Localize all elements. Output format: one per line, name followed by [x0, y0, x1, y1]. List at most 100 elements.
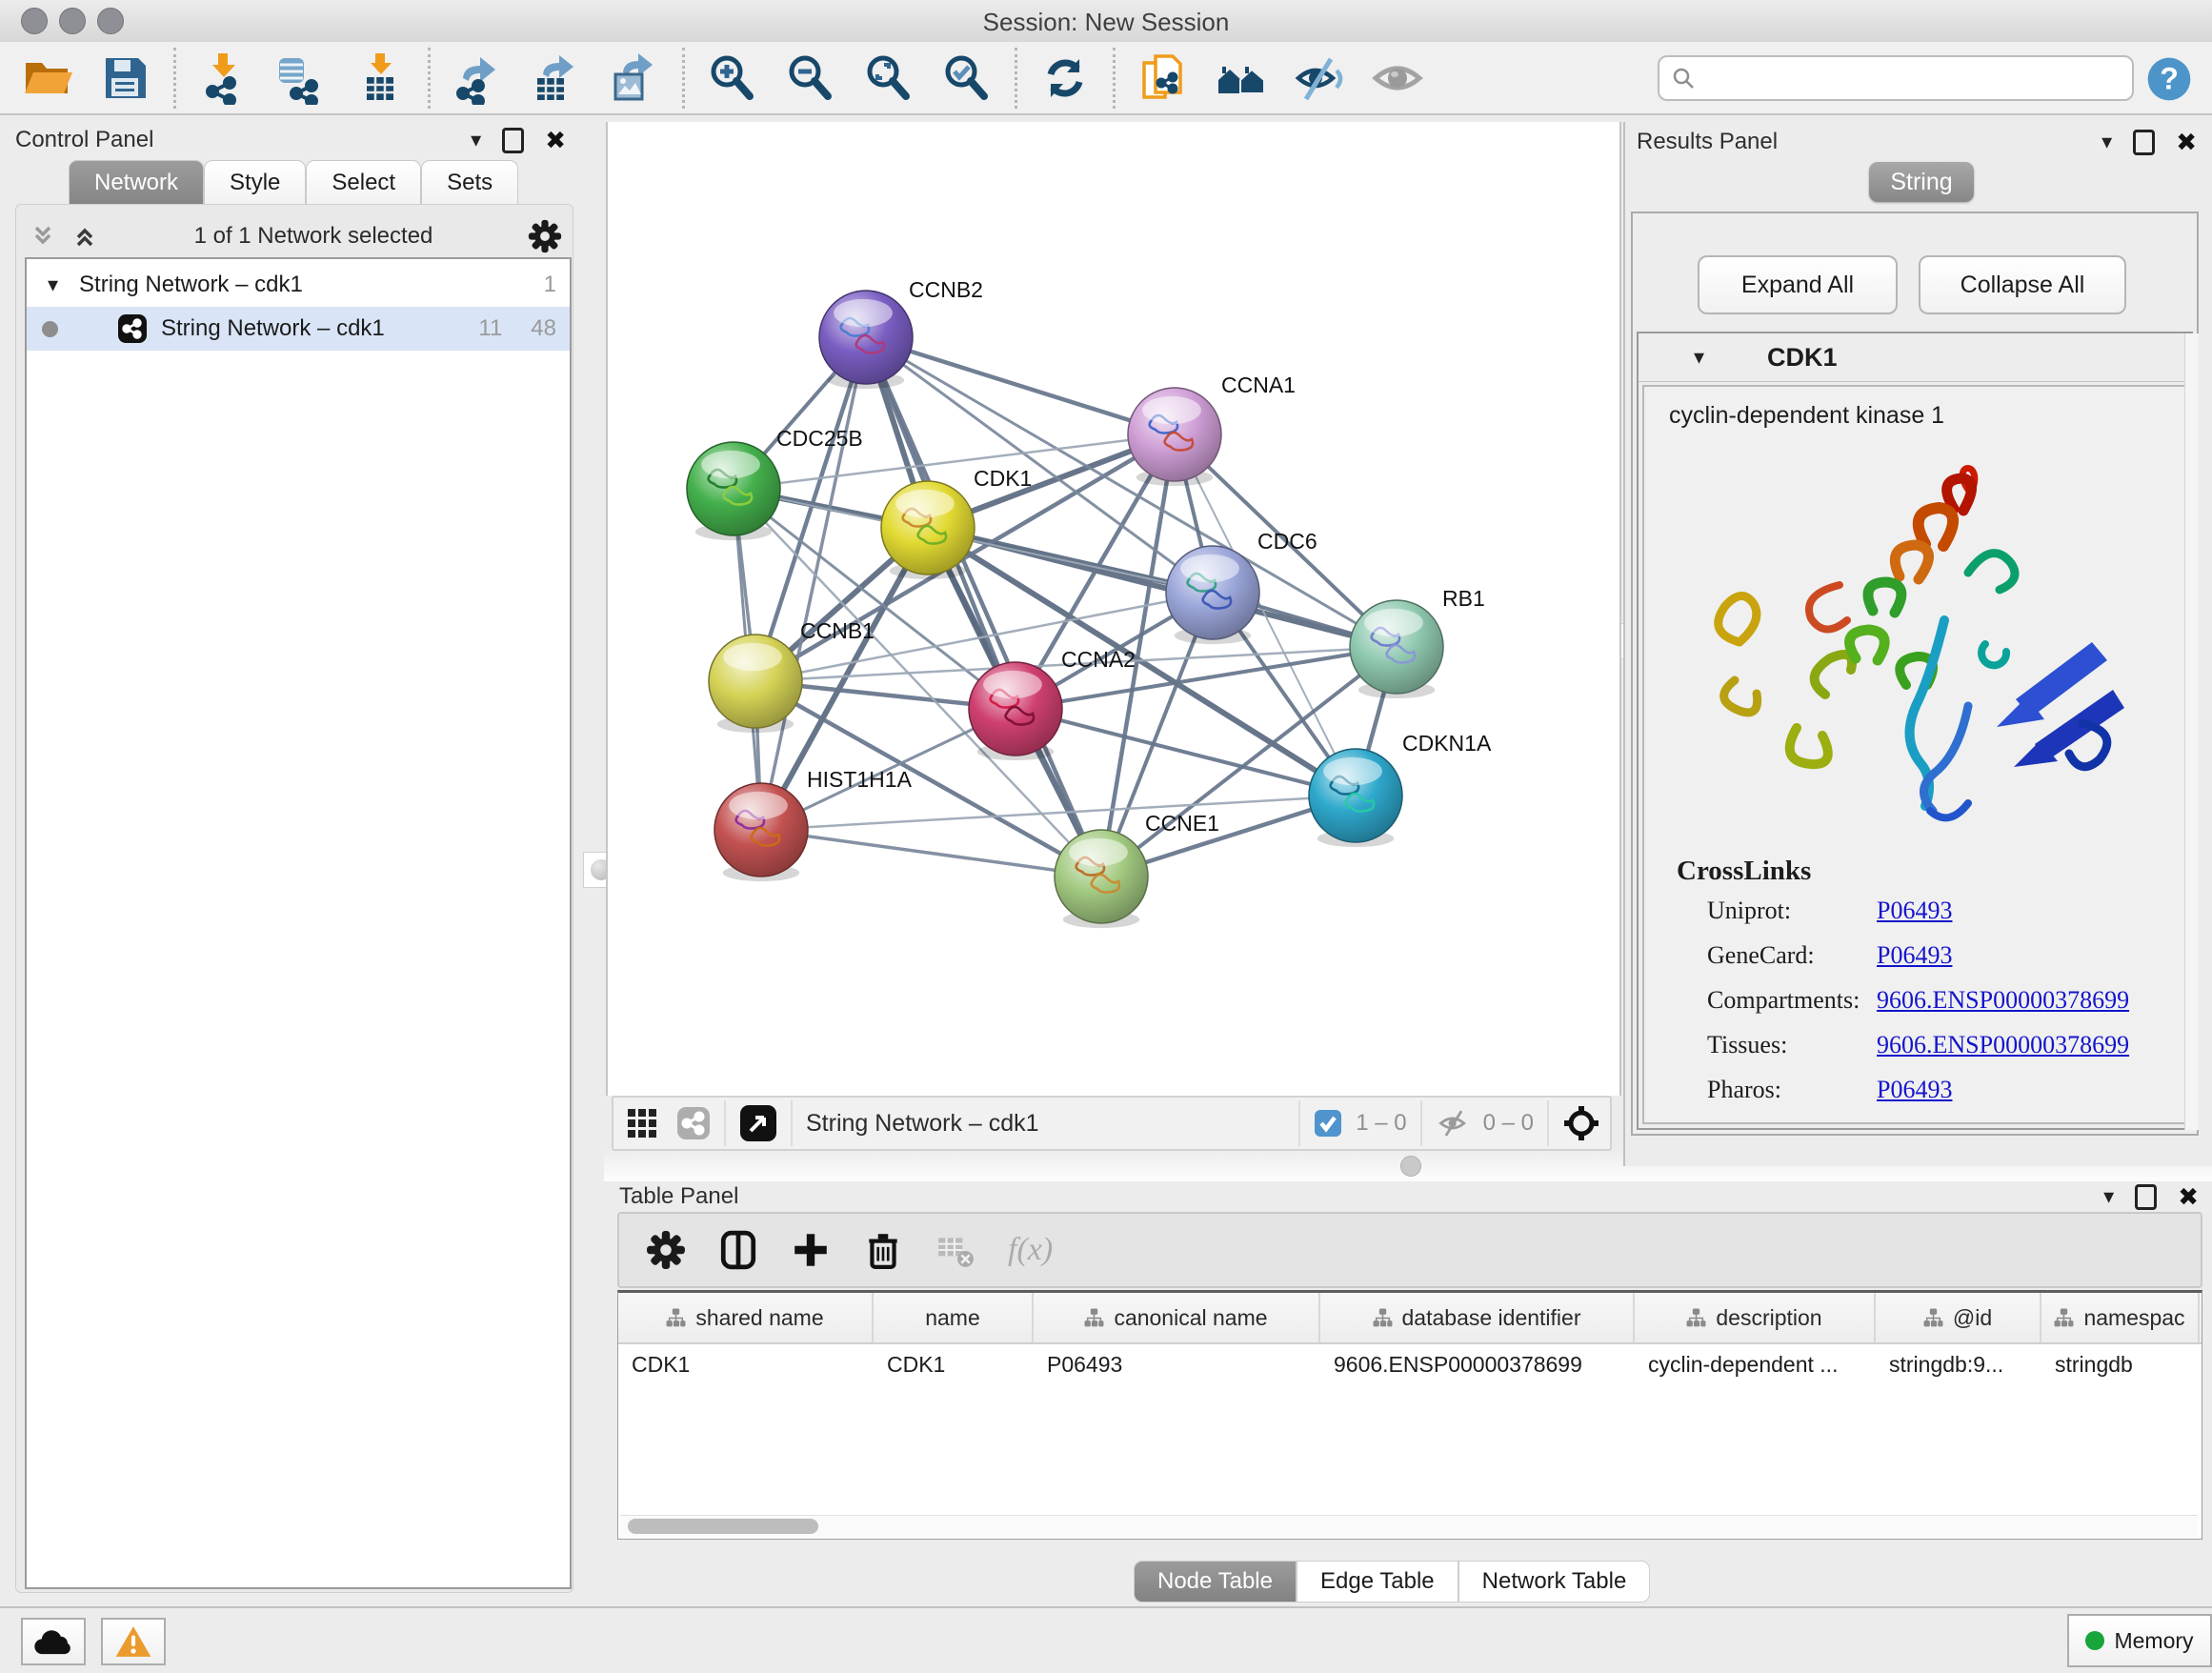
table-cell[interactable]: stringdb:9...	[1876, 1352, 2041, 1378]
table-panel-float-icon[interactable]	[2135, 1184, 2157, 1210]
network-node[interactable]	[1309, 749, 1402, 847]
home-icon[interactable]	[1215, 51, 1268, 105]
network-edges	[734, 337, 1397, 877]
network-node[interactable]	[1166, 546, 1259, 644]
expand-all-chevron-icon[interactable]	[70, 222, 99, 251]
crosslink-row: GeneCard:P06493	[1707, 941, 2187, 970]
collapse-all-button[interactable]: Collapse All	[1919, 255, 2126, 314]
network-node[interactable]	[1350, 600, 1443, 698]
zoom-fit-icon[interactable]	[862, 51, 915, 105]
export-table-icon[interactable]	[530, 51, 583, 105]
network-canvas[interactable]: CCNB2CCNA1CDC25BCDK1CDC6RB1CCNB1CCNA2CDK…	[606, 122, 1621, 1096]
collection-count: 1	[544, 272, 556, 298]
splitter-dot-icon[interactable]	[1400, 1156, 1421, 1177]
network-node[interactable]	[881, 481, 975, 579]
table-cell[interactable]: stringdb	[2041, 1352, 2200, 1378]
results-panel-float-icon[interactable]	[2133, 130, 2155, 155]
network-tree: ▾ String Network – cdk1 1 String Network…	[25, 257, 572, 1589]
table-panel-close-icon[interactable]: ✖	[2178, 1182, 2199, 1212]
import-network-icon[interactable]	[197, 51, 251, 105]
network-selection-status: 1 of 1 Network selected	[99, 223, 528, 250]
refresh-icon[interactable]	[1038, 51, 1092, 105]
column-header[interactable]: database identifier	[1320, 1293, 1635, 1342]
hide-selected-icon[interactable]	[1293, 51, 1346, 105]
crosslink-value-link[interactable]: P06493	[1877, 897, 1952, 925]
control-panel-menu-icon[interactable]: ▾	[471, 128, 481, 152]
column-tree-icon	[1373, 1308, 1393, 1328]
control-panel-float-icon[interactable]	[502, 128, 524, 153]
results-panel-close-icon[interactable]: ✖	[2176, 128, 2197, 157]
table-options-gear-icon[interactable]	[646, 1230, 686, 1270]
column-header[interactable]: canonical name	[1034, 1293, 1320, 1342]
add-column-icon[interactable]	[791, 1230, 831, 1270]
tab-string[interactable]: String	[1869, 162, 1974, 202]
table-cell[interactable]: CDK1	[874, 1352, 1034, 1378]
scrollbar-thumb[interactable]	[628, 1519, 818, 1534]
fit-selected-crosshair-icon[interactable]	[1562, 1104, 1600, 1142]
tab-sets[interactable]: Sets	[421, 160, 518, 205]
expand-all-button[interactable]: Expand All	[1698, 255, 1898, 314]
warnings-button[interactable]	[101, 1618, 166, 1665]
tab-edge-table[interactable]: Edge Table	[1297, 1561, 1458, 1602]
delete-column-icon[interactable]	[863, 1230, 903, 1270]
cdk1-expander-icon[interactable]: ▾	[1694, 345, 1704, 370]
crosslink-value-link[interactable]: P06493	[1877, 941, 1952, 970]
results-panel-menu-icon[interactable]: ▾	[2101, 130, 2112, 154]
show-columns-icon[interactable]	[718, 1230, 758, 1270]
tab-network[interactable]: Network	[69, 160, 204, 205]
network-options-gear-icon[interactable]	[528, 219, 562, 253]
search-input[interactable]	[1658, 55, 2134, 101]
save-session-icon[interactable]	[99, 51, 152, 105]
column-header[interactable]: @id	[1876, 1293, 2041, 1342]
tab-node-table[interactable]: Node Table	[1134, 1561, 1297, 1602]
cloud-button[interactable]	[21, 1618, 86, 1665]
network-edge-count: 48	[531, 315, 556, 342]
control-panel-close-icon[interactable]: ✖	[545, 126, 566, 155]
cdk1-entry-header[interactable]: ▾ CDK1	[1639, 333, 2191, 382]
tab-network-table[interactable]: Network Table	[1458, 1561, 1651, 1602]
memory-button[interactable]: Memory	[2067, 1614, 2212, 1667]
network-row[interactable]: String Network – cdk1 11 48	[27, 307, 570, 351]
tab-style[interactable]: Style	[204, 160, 306, 205]
grid-view-icon[interactable]	[625, 1106, 659, 1140]
birds-eye-view-icon[interactable]	[739, 1104, 777, 1142]
import-table-icon[interactable]	[353, 51, 407, 105]
export-network-icon[interactable]	[452, 51, 505, 105]
column-header[interactable]: namespac	[2041, 1293, 2200, 1342]
column-header[interactable]: description	[1635, 1293, 1876, 1342]
column-header[interactable]: shared name	[618, 1293, 874, 1342]
table-cell[interactable]: cyclin-dependent ...	[1635, 1352, 1876, 1378]
crosslink-label: Tissues:	[1707, 1031, 1877, 1059]
crosslink-value-link[interactable]: 9606.ENSP00000378699	[1877, 1031, 2129, 1059]
export-image-icon[interactable]	[608, 51, 661, 105]
network-node[interactable]	[969, 662, 1062, 760]
network-node[interactable]	[1128, 388, 1221, 486]
table-row[interactable]: CDK1CDK1P064939606.ENSP00000378699cyclin…	[618, 1344, 2202, 1384]
import-network-from-database-icon[interactable]	[275, 51, 329, 105]
network-node[interactable]	[714, 783, 808, 881]
table-cell[interactable]: P06493	[1034, 1352, 1320, 1378]
zoom-out-icon[interactable]	[784, 51, 837, 105]
network-collection-row[interactable]: ▾ String Network – cdk1 1	[27, 259, 570, 307]
collection-expander-icon[interactable]: ▾	[48, 272, 58, 297]
help-icon[interactable]: ?	[2145, 55, 2193, 103]
tab-select[interactable]: Select	[306, 160, 421, 205]
zoom-selected-icon[interactable]	[940, 51, 994, 105]
crosslink-value-link[interactable]: P06493	[1877, 1076, 1952, 1104]
table-horizontal-scrollbar[interactable]	[620, 1515, 2198, 1537]
copy-network-icon[interactable]	[1136, 51, 1190, 105]
results-scrollbar[interactable]	[2184, 333, 2199, 1130]
network-node[interactable]	[709, 635, 802, 733]
open-session-icon[interactable]	[21, 51, 74, 105]
network-node[interactable]	[687, 442, 780, 540]
column-header[interactable]: name	[874, 1293, 1034, 1342]
table-panel-menu-icon[interactable]: ▾	[2103, 1184, 2114, 1209]
table-cell[interactable]: 9606.ENSP00000378699	[1320, 1352, 1635, 1378]
collapse-all-chevron-icon[interactable]	[29, 222, 57, 251]
table-cell[interactable]: CDK1	[618, 1352, 874, 1378]
network-node[interactable]	[1055, 830, 1148, 928]
crosslink-value-link[interactable]: 9606.ENSP00000378699	[1877, 986, 2129, 1015]
network-graph[interactable]: CCNB2CCNA1CDC25BCDK1CDC6RB1CCNB1CCNA2CDK…	[608, 122, 1619, 1096]
network-view-icon[interactable]	[676, 1106, 711, 1140]
zoom-in-icon[interactable]	[706, 51, 759, 105]
